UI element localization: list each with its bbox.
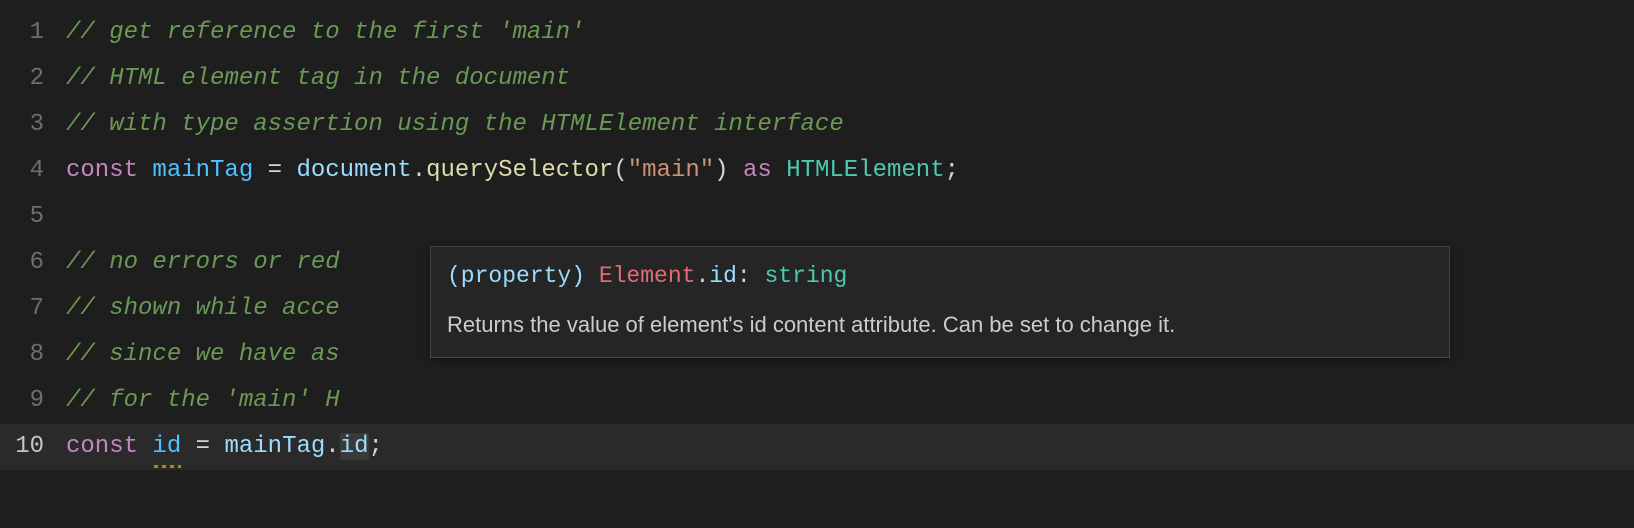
- code-token: id: [152, 424, 181, 470]
- code-token: mainTag: [152, 157, 253, 184]
- intellisense-hover: (property) Element.id: string Returns th…: [430, 246, 1450, 358]
- code-token: as: [743, 157, 772, 184]
- code-token: [181, 433, 195, 460]
- code-line[interactable]: 9// for the 'main' H: [0, 378, 1634, 424]
- code-token: document: [296, 157, 411, 184]
- code-token: ): [714, 157, 743, 184]
- code-token: .: [325, 433, 339, 460]
- code-token: // with type assertion using the HTMLEle…: [66, 111, 844, 138]
- code-token: =: [268, 157, 282, 184]
- code-token: "main": [628, 157, 714, 184]
- code-token: ;: [369, 433, 383, 460]
- code-token: .: [412, 157, 426, 184]
- line-number: 10: [0, 424, 66, 470]
- code-line[interactable]: 4const mainTag = document.querySelector(…: [0, 148, 1634, 194]
- code-token: // no errors or red: [66, 249, 340, 276]
- code-content[interactable]: // with type assertion using the HTMLEle…: [66, 102, 1634, 148]
- code-line[interactable]: 10const id = mainTag.id;: [0, 424, 1634, 470]
- code-token: // HTML element tag in the document: [66, 65, 570, 92]
- code-content[interactable]: // get reference to the first 'main': [66, 10, 1634, 56]
- line-number: 1: [0, 10, 66, 56]
- code-token: const: [66, 433, 138, 460]
- line-number: 3: [0, 102, 66, 148]
- code-token: const: [66, 157, 138, 184]
- line-number: 8: [0, 332, 66, 378]
- code-token: ;: [945, 157, 959, 184]
- code-token: [772, 157, 786, 184]
- code-line[interactable]: 1// get reference to the first 'main': [0, 10, 1634, 56]
- hover-signature: (property) Element.id: string: [447, 259, 1433, 294]
- code-token: [210, 433, 224, 460]
- code-token: // since we have as: [66, 341, 340, 368]
- code-content[interactable]: // for the 'main' H: [66, 378, 1634, 424]
- code-token: [282, 157, 296, 184]
- code-token: querySelector: [426, 157, 613, 184]
- line-number: 5: [0, 194, 66, 240]
- code-content[interactable]: const mainTag = document.querySelector("…: [66, 148, 1634, 194]
- code-editor[interactable]: 1// get reference to the first 'main'2//…: [0, 0, 1634, 470]
- code-content[interactable]: // HTML element tag in the document: [66, 56, 1634, 102]
- code-line[interactable]: 3// with type assertion using the HTMLEl…: [0, 102, 1634, 148]
- line-number: 6: [0, 240, 66, 286]
- code-token: // for the 'main' H: [66, 387, 340, 414]
- code-token: // shown while acce: [66, 295, 340, 322]
- code-token: [138, 157, 152, 184]
- code-token: [138, 433, 152, 460]
- code-token: mainTag: [224, 433, 325, 460]
- code-token: // get reference to the first 'main': [66, 19, 584, 46]
- line-number: 4: [0, 148, 66, 194]
- code-token: [253, 157, 267, 184]
- code-line[interactable]: 5: [0, 194, 1634, 240]
- code-token: id: [340, 433, 369, 460]
- hover-doc: Returns the value of element's id conten…: [447, 308, 1433, 341]
- code-token: HTMLElement: [786, 157, 944, 184]
- line-number: 9: [0, 378, 66, 424]
- line-number: 7: [0, 286, 66, 332]
- code-line[interactable]: 2// HTML element tag in the document: [0, 56, 1634, 102]
- code-token: =: [196, 433, 210, 460]
- code-token: (: [613, 157, 627, 184]
- line-number: 2: [0, 56, 66, 102]
- code-content[interactable]: const id = mainTag.id;: [66, 424, 1634, 470]
